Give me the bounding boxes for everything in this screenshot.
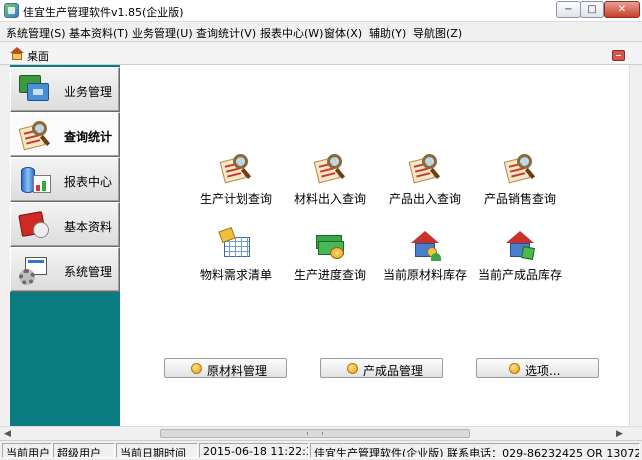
options-button[interactable]: 选项... bbox=[476, 358, 599, 378]
tile-material-requirements[interactable]: 物料需求清单 bbox=[188, 226, 284, 289]
menu-reports[interactable]: 报表中心(W) bbox=[260, 25, 323, 41]
tile-label: 当前产成品库存 bbox=[477, 268, 562, 282]
menu-business[interactable]: 业务管理(U) bbox=[132, 25, 193, 41]
vertical-scrollbar[interactable] bbox=[629, 65, 642, 426]
tile-label: 物料需求清单 bbox=[199, 268, 272, 282]
sidebar-item-label: 业务管理 bbox=[64, 85, 113, 99]
sidebar-item-query[interactable]: 查询统计 bbox=[10, 112, 120, 157]
status-info: 佳宜生产管理软件(企业版) 联系电话：029-86232425 OR 13072… bbox=[310, 443, 640, 458]
tile-label: 产品出入查询 bbox=[388, 192, 461, 206]
magnifier-document-icon bbox=[219, 153, 252, 185]
sidebar: 业务管理 查询统计 报表中心 基本资料 系统管理 bbox=[10, 65, 120, 426]
sidebar-item-label: 系统管理 bbox=[64, 265, 113, 279]
grid-sheet-icon bbox=[218, 226, 252, 261]
main-panel: 生产计划查询 材料出入查询 产品出入查询 产品销售查询 物料需求清单 生产进度查… bbox=[120, 65, 633, 426]
status-user-value: 超级用户 bbox=[53, 443, 115, 458]
orb-icon bbox=[347, 363, 358, 374]
tile-label: 产品销售查询 bbox=[483, 192, 556, 206]
sidebar-item-system[interactable]: 系统管理 bbox=[10, 247, 120, 292]
title-bar: 佳宜生产管理软件v1.85(企业版) − □ ✕ bbox=[0, 0, 642, 22]
magnifier-document-icon bbox=[408, 153, 441, 185]
sidebar-item-basic-data[interactable]: 基本资料 bbox=[10, 202, 120, 247]
orb-icon bbox=[191, 363, 202, 374]
sidebar-item-business[interactable]: 业务管理 bbox=[10, 67, 120, 112]
status-bar: 当前用户 超级用户 当前日期时间 2015-06-18 11:22:30 佳宜生… bbox=[0, 440, 642, 460]
sidebar-item-label: 查询统计 bbox=[64, 130, 113, 144]
menu-navigation[interactable]: 导航图(Z) bbox=[413, 25, 462, 41]
menu-basic-data[interactable]: 基本资料(T) bbox=[69, 25, 128, 41]
tile-production-progress-query[interactable]: 生产进度查询 bbox=[282, 229, 378, 289]
tile-material-io-query[interactable]: 材料出入查询 bbox=[282, 153, 378, 213]
tile-product-sales-query[interactable]: 产品销售查询 bbox=[472, 153, 568, 213]
raw-material-management-button[interactable]: 原材料管理 bbox=[164, 358, 287, 378]
tile-label: 生产进度查询 bbox=[293, 268, 366, 282]
menu-bar: 系统管理(S) 基本资料(T) 业务管理(U) 查询统计(V) 报表中心(W) … bbox=[0, 22, 642, 42]
house-cube-icon bbox=[504, 229, 536, 261]
document-header: 桌面 bbox=[0, 43, 642, 65]
tile-label: 生产计划查询 bbox=[199, 192, 272, 206]
orb-icon bbox=[509, 363, 520, 374]
desktop-icon bbox=[10, 47, 24, 60]
minimize-button[interactable]: − bbox=[556, 1, 581, 18]
money-stack-icon bbox=[314, 229, 346, 261]
tile-label: 当前原材料库存 bbox=[382, 268, 467, 282]
scroll-right-icon[interactable]: ▶ bbox=[616, 429, 623, 439]
business-icon bbox=[19, 75, 51, 105]
system-icon bbox=[19, 255, 51, 285]
menu-query[interactable]: 查询统计(V) bbox=[196, 25, 256, 41]
status-date-label: 当前日期时间 bbox=[116, 443, 198, 458]
scroll-left-icon[interactable]: ◀ bbox=[4, 429, 11, 439]
house-people-icon bbox=[409, 229, 441, 261]
menu-window[interactable]: 窗体(X) bbox=[324, 25, 362, 41]
finished-goods-management-button[interactable]: 产成品管理 bbox=[320, 358, 443, 378]
document-title: 桌面 bbox=[27, 50, 49, 63]
status-user-label: 当前用户 bbox=[2, 443, 52, 458]
app-icon bbox=[4, 3, 19, 18]
window-title: 佳宜生产管理软件v1.85(企业版) bbox=[23, 6, 184, 19]
maximize-button[interactable]: □ bbox=[580, 1, 604, 18]
report-icon bbox=[19, 165, 51, 195]
tile-finished-goods-stock[interactable]: 当前产成品库存 bbox=[472, 229, 568, 289]
status-date-value: 2015-06-18 11:22:30 bbox=[199, 443, 309, 458]
basic-data-icon bbox=[18, 210, 51, 240]
magnifier-document-icon bbox=[313, 153, 346, 185]
magnifier-document-icon bbox=[503, 153, 536, 185]
sidebar-item-label: 报表中心 bbox=[64, 175, 113, 189]
sidebar-item-reports[interactable]: 报表中心 bbox=[10, 157, 120, 202]
document-close-button[interactable] bbox=[612, 50, 625, 61]
tile-product-io-query[interactable]: 产品出入查询 bbox=[377, 153, 473, 213]
query-icon bbox=[18, 120, 51, 151]
sidebar-item-label: 基本资料 bbox=[64, 220, 113, 234]
scroll-thumb[interactable] bbox=[160, 429, 470, 438]
tile-label: 材料出入查询 bbox=[293, 192, 366, 206]
close-button[interactable]: ✕ bbox=[604, 1, 640, 18]
tile-raw-material-stock[interactable]: 当前原材料库存 bbox=[377, 229, 473, 289]
horizontal-scrollbar[interactable]: ◀ ▶ bbox=[0, 426, 642, 440]
menu-system[interactable]: 系统管理(S) bbox=[6, 25, 66, 41]
tile-production-plan-query[interactable]: 生产计划查询 bbox=[188, 153, 284, 213]
menu-aux[interactable]: 辅助(Y) bbox=[369, 25, 406, 41]
